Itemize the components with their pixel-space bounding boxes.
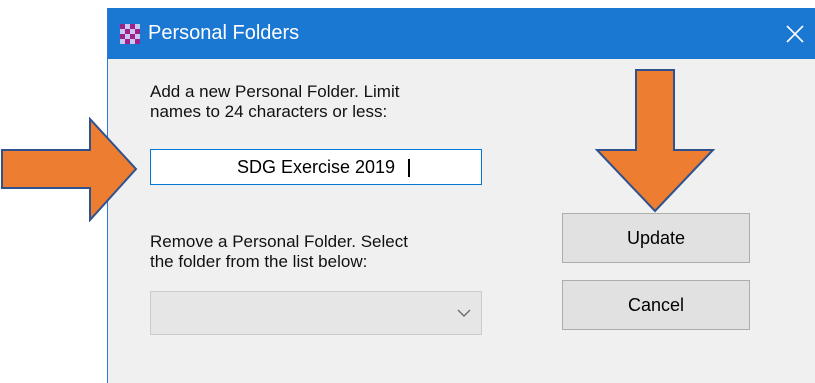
checkered-app-icon [120,24,140,44]
screenshot-canvas: Personal Folders Add a new Personal Fold… [0,0,815,383]
arrow-right-icon [1,117,138,222]
add-folder-instructions: Add a new Personal Folder. Limit names t… [150,82,400,121]
title-bar[interactable]: Personal Folders [108,8,815,59]
new-folder-name-input[interactable] [150,149,482,185]
update-button[interactable]: Update [562,213,750,263]
dialog-title: Personal Folders [148,22,300,44]
text-caret [408,159,410,177]
close-button[interactable] [774,8,815,59]
chevron-down-icon [457,309,471,317]
folder-select-dropdown[interactable] [150,291,482,335]
cancel-button[interactable]: Cancel [562,280,750,330]
remove-folder-instructions: Remove a Personal Folder. Select the fol… [150,232,408,271]
close-icon [786,24,804,43]
arrow-down-icon [594,69,716,213]
background-strip [0,0,815,8]
